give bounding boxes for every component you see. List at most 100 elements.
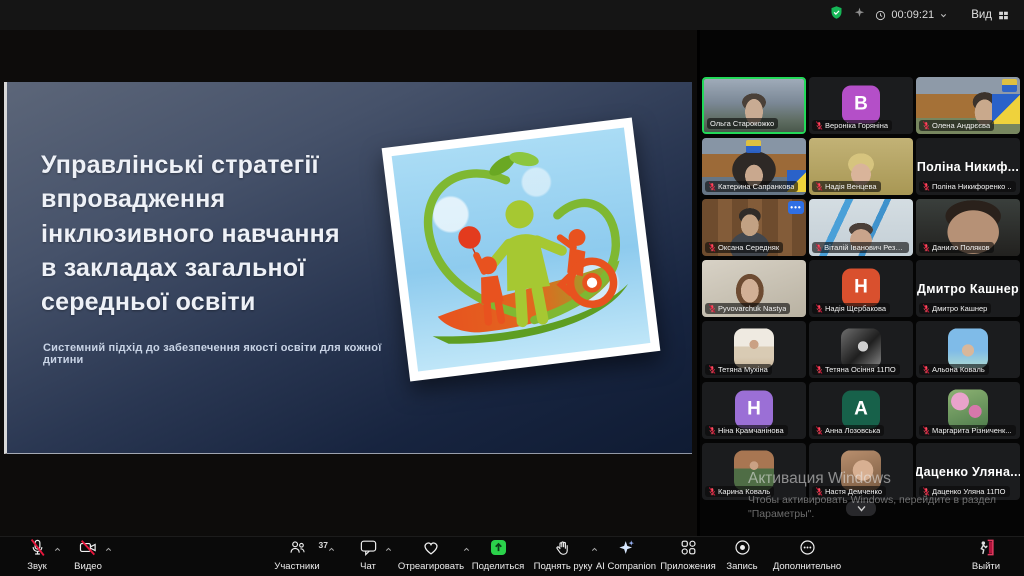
- inclusion-emblem-picture: [382, 118, 661, 382]
- chevron-up-icon[interactable]: [327, 545, 336, 554]
- participant-tile[interactable]: Настя Демченко: [809, 443, 913, 500]
- participant-tile[interactable]: ВВероніка Горяніна: [809, 77, 913, 134]
- toolbar-button-label: Запись: [726, 561, 757, 572]
- share-green-icon: [489, 538, 508, 562]
- participant-name-label: Поліна Никифоренко ..: [919, 181, 1016, 192]
- toolbar-button-label: Дополнительно: [773, 561, 841, 572]
- avatar-photo: [948, 328, 988, 368]
- participant-tile[interactable]: •••Оксана Середняк: [702, 199, 806, 256]
- participant-tile[interactable]: Віталій Іванович Резніче...: [809, 199, 913, 256]
- mic-muted-icon: [708, 487, 716, 496]
- participant-name-label: Тетяна Осіння 11ПО: [812, 364, 900, 375]
- participant-name-label: Настя Демченко: [812, 486, 886, 497]
- toolbar-participants-button[interactable]: 37Участники: [258, 540, 336, 574]
- mic-muted-icon: [922, 426, 930, 435]
- avatar-photo: [734, 328, 774, 368]
- participants-panel: Ольга СтарокожкоВВероніка ГорянінаОлена …: [700, 30, 1024, 536]
- participant-name-label: Даценко Уляна 11ПО: [919, 486, 1010, 497]
- slide-title: Управлінські стратегії впровадження інкл…: [41, 148, 441, 319]
- toolbar-button-label: Звук: [27, 561, 46, 572]
- sparkle-icon: [617, 538, 636, 562]
- participant-tile[interactable]: ННіна Крамчанінова: [702, 382, 806, 439]
- family-heart-emblem-illustration: [392, 128, 651, 372]
- slide-subtitle: Системний підхід до забезпечення якості …: [43, 342, 403, 366]
- mic-off-icon: [28, 538, 47, 562]
- toolbar-chat-button[interactable]: Чат: [343, 540, 393, 574]
- participant-name-label: Вероніка Горяніна: [812, 120, 892, 131]
- avatar-photo: [734, 450, 774, 490]
- participant-name-label: Віталій Іванович Резніче...: [812, 242, 909, 253]
- exit-door-icon: [977, 538, 996, 562]
- gallery-grid-icon: [997, 9, 1010, 22]
- toolbar-raise-button[interactable]: Поднять руку: [527, 540, 599, 574]
- chevron-up-icon[interactable]: [53, 545, 62, 554]
- ai-companion-indicator-icon[interactable]: [853, 6, 866, 24]
- participant-name-label: Карина Коваль: [705, 486, 774, 497]
- participant-tile[interactable]: Тетяна Мухіна: [702, 321, 806, 378]
- avatar-initial: В: [842, 85, 880, 123]
- toolbar-button-label: Приложения: [660, 561, 716, 572]
- chevron-down-icon: [856, 504, 867, 513]
- hand-icon: [554, 538, 572, 562]
- view-button[interactable]: Вид: [971, 9, 1010, 22]
- security-shield-icon[interactable]: [829, 5, 844, 25]
- toolbar-button-label: Поделиться: [472, 561, 524, 572]
- toolbar-react-button[interactable]: Отреагировать: [391, 540, 471, 574]
- zoom-meeting-window: 00:09:21 Вид Управлінські стратегії впро…: [0, 0, 1024, 576]
- participant-tile[interactable]: Карина Коваль: [702, 443, 806, 500]
- toolbar-record-button[interactable]: Запись: [711, 540, 773, 574]
- toolbar-button-label: Участники: [274, 561, 319, 572]
- participant-tile[interactable]: Олена Андрєєва: [916, 77, 1020, 134]
- participant-tile[interactable]: Надія Венцева: [809, 138, 913, 195]
- avatar-photo: [841, 328, 881, 368]
- mic-muted-icon: [922, 243, 930, 252]
- chevron-down-icon: [939, 11, 948, 20]
- participant-tile[interactable]: Pyvovarchuk Nastya: [702, 260, 806, 317]
- avatar-initial: Н: [842, 268, 880, 306]
- participant-tile[interactable]: Даценко Уляна...Даценко Уляна 11ПО: [916, 443, 1020, 500]
- participant-tile[interactable]: Поліна Никиф...Поліна Никифоренко ..: [916, 138, 1020, 195]
- participant-tile[interactable]: ННадія Щербакова: [809, 260, 913, 317]
- meeting-timer[interactable]: 00:09:21: [875, 9, 948, 21]
- participant-name-label: Катерина Сапранкова: [705, 181, 798, 192]
- toolbar-button-label: Чат: [360, 561, 376, 572]
- participant-name-label: Маргарита Різниченк...: [919, 425, 1016, 436]
- toolbar-button-label: Поднять руку: [534, 561, 593, 572]
- mic-muted-icon: [815, 243, 822, 252]
- mic-muted-icon: [815, 182, 823, 191]
- scroll-participants-down-button[interactable]: [846, 501, 876, 516]
- people-icon: [288, 538, 307, 562]
- participant-tile[interactable]: Тетяна Осіння 11ПО: [809, 321, 913, 378]
- heart-icon: [421, 538, 441, 562]
- participant-name-label: Альона Коваль: [919, 364, 989, 375]
- mic-muted-icon: [922, 304, 930, 313]
- toolbar-more-button[interactable]: Дополнительно: [765, 540, 849, 574]
- participant-tile[interactable]: Ольга Старокожко: [702, 77, 806, 134]
- avatar-initial: Н: [735, 390, 773, 428]
- chevron-up-icon[interactable]: [104, 545, 113, 554]
- participant-tile[interactable]: Маргарита Різниченк...: [916, 382, 1020, 439]
- camera-off-icon: [78, 538, 98, 562]
- participant-tile[interactable]: ААнна Лозовська: [809, 382, 913, 439]
- participant-tile[interactable]: Данило Поляков: [916, 199, 1020, 256]
- mic-muted-icon: [815, 304, 823, 313]
- participant-tile[interactable]: Катерина Сапранкова: [702, 138, 806, 195]
- record-icon: [733, 538, 752, 562]
- participant-name-label: Анна Лозовська: [812, 425, 884, 436]
- avatar-photo: [841, 450, 881, 490]
- more-dots-badge[interactable]: •••: [788, 201, 804, 214]
- mic-muted-icon: [708, 426, 716, 435]
- apps-icon: [679, 538, 698, 562]
- toolbar-audio-button[interactable]: Звук: [12, 540, 62, 574]
- mic-muted-icon: [815, 121, 823, 130]
- toolbar-button-label: AI Companion: [596, 561, 656, 572]
- toolbar-leave-button[interactable]: Выйти: [954, 540, 1018, 574]
- mic-muted-icon: [922, 121, 930, 130]
- ellipsis-icon: [798, 538, 817, 562]
- toolbar-ai-button[interactable]: AI Companion: [591, 540, 661, 574]
- toolbar-video-button[interactable]: Видео: [63, 540, 113, 574]
- participant-tile[interactable]: Дмитро КашнерДмитро Кашнер: [916, 260, 1020, 317]
- participant-tile[interactable]: Альона Коваль: [916, 321, 1020, 378]
- toolbar-button-label: Отреагировать: [398, 561, 464, 572]
- toolbar-share-button[interactable]: Поделиться: [466, 540, 530, 574]
